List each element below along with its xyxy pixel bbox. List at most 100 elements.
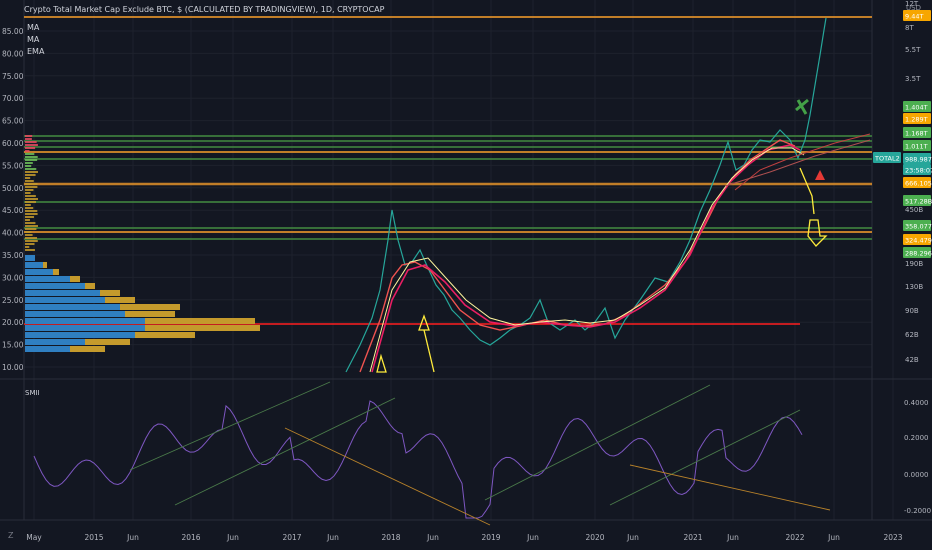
volume-bar [25, 276, 70, 282]
left-axis-tick: 85.00 [2, 27, 24, 36]
volume-bar [53, 269, 59, 275]
volume-bar [25, 171, 38, 173]
left-axis-tick: 60.00 [2, 139, 24, 148]
volume-bar [85, 339, 130, 345]
left-axis-tick: 70.00 [2, 94, 24, 103]
left-axis-tick: 55.00 [2, 161, 24, 170]
volume-bar [25, 234, 33, 236]
volume-bar [25, 159, 38, 161]
timezone-icon: Z [8, 531, 14, 540]
right-axis-tick: 90B [905, 307, 919, 315]
left-axis-tick: 80.00 [2, 49, 24, 58]
smii-axis-tick: 0.4000 [904, 399, 929, 407]
volume-bar [120, 304, 180, 310]
time-axis-tick: Jun [827, 533, 840, 542]
volume-bar [25, 246, 30, 248]
volume-bar [25, 177, 31, 179]
volume-bar [25, 144, 38, 146]
volume-bar [85, 283, 95, 289]
volume-bar [25, 283, 85, 289]
volume-bar [25, 141, 37, 143]
price-label: 358.077B [905, 223, 932, 231]
price-label: 23:58:07 [905, 167, 932, 175]
volume-bar [25, 180, 34, 182]
right-axis-tick: 42B [905, 356, 919, 364]
indicator-ma-1[interactable]: MA [27, 23, 39, 32]
right-axis-tick: 190B [905, 260, 923, 268]
right-axis-tick: 450B [905, 206, 923, 214]
volume-bar [25, 153, 35, 155]
left-axis-tick: 35.00 [2, 251, 24, 260]
left-axis-tick: 50.00 [2, 184, 24, 193]
volume-bar [100, 290, 120, 296]
chart-title: Crypto Total Market Cap Exclude BTC, $ (… [24, 5, 385, 14]
volume-bar [43, 262, 47, 268]
volume-bar [25, 318, 145, 324]
volume-bar [25, 325, 145, 331]
left-axis-tick: 30.00 [2, 273, 24, 282]
price-label: 988.987B [905, 156, 932, 164]
volume-bar [25, 225, 38, 227]
volume-bar [25, 213, 38, 215]
time-axis-tick: Jun [726, 533, 739, 542]
smii-axis-tick: 0.2000 [904, 434, 929, 442]
price-label: 517.28B [905, 198, 932, 206]
volume-bar [145, 325, 260, 331]
chart-background [0, 0, 932, 550]
volume-bar [145, 318, 255, 324]
volume-bar [25, 339, 85, 345]
volume-bar [25, 147, 36, 149]
time-axis-tick: 2017 [282, 533, 301, 542]
volume-bar [25, 186, 38, 188]
left-axis-tick: 75.00 [2, 72, 24, 81]
time-axis-tick: 2018 [381, 533, 400, 542]
volume-bar [25, 237, 38, 239]
volume-bar [70, 276, 80, 282]
volume-bar [135, 332, 195, 338]
volume-bar [25, 311, 125, 317]
volume-bar [25, 222, 36, 224]
smii-label[interactable]: SMII [25, 389, 40, 397]
time-axis-tick: Jun [626, 533, 639, 542]
price-label: TOTAL2 [874, 155, 900, 163]
volume-bar [25, 204, 31, 206]
time-axis-tick: Jun [526, 533, 539, 542]
time-axis-tick: 2023 [883, 533, 902, 542]
time-axis-tick: 2022 [785, 533, 804, 542]
volume-bar [25, 304, 120, 310]
indicator-ma-2[interactable]: MA [27, 35, 39, 44]
volume-bar [25, 243, 35, 245]
right-axis-tick: 3.5T [905, 75, 921, 83]
time-axis-tick: Jun [326, 533, 339, 542]
right-axis-tick: 8T [905, 24, 914, 32]
volume-bar [25, 269, 53, 275]
price-label: 9.44T [905, 13, 923, 21]
price-label: 1.168T [905, 130, 928, 138]
indicator-ema[interactable]: EMA [27, 47, 44, 56]
left-axis-tick: 25.00 [2, 296, 24, 305]
time-axis-tick: Jun [426, 533, 439, 542]
right-axis-tick: 5.5T [905, 46, 921, 54]
left-axis-tick: 45.00 [2, 206, 24, 215]
time-axis-tick: Jun [126, 533, 139, 542]
left-axis-tick: 10.00 [2, 363, 24, 372]
left-axis-tick: 40.00 [2, 229, 24, 238]
tradingview-chart[interactable]: 85.00 80.00 75.00 70.00 65.00 60.00 55.00 50.00… [0, 0, 932, 550]
volume-bar [25, 135, 33, 137]
volume-bar [25, 162, 33, 164]
time-axis-tick: Jun [226, 533, 239, 542]
price-label: 324.479B [905, 237, 932, 245]
right-axis-tick: 62B [905, 331, 919, 339]
volume-bar [25, 231, 32, 233]
time-axis-tick: 2021 [683, 533, 702, 542]
volume-bar [25, 189, 34, 191]
price-label: 666.105B [905, 180, 932, 188]
price-label: 288.296B [905, 250, 932, 258]
volume-bar [25, 346, 70, 352]
volume-bar [25, 240, 38, 242]
volume-bar [25, 138, 32, 140]
volume-bar [25, 192, 31, 194]
time-axis-tick: 2015 [84, 533, 103, 542]
price-label: 1.404T [905, 104, 928, 112]
left-axis-tick: 65.00 [2, 117, 24, 126]
